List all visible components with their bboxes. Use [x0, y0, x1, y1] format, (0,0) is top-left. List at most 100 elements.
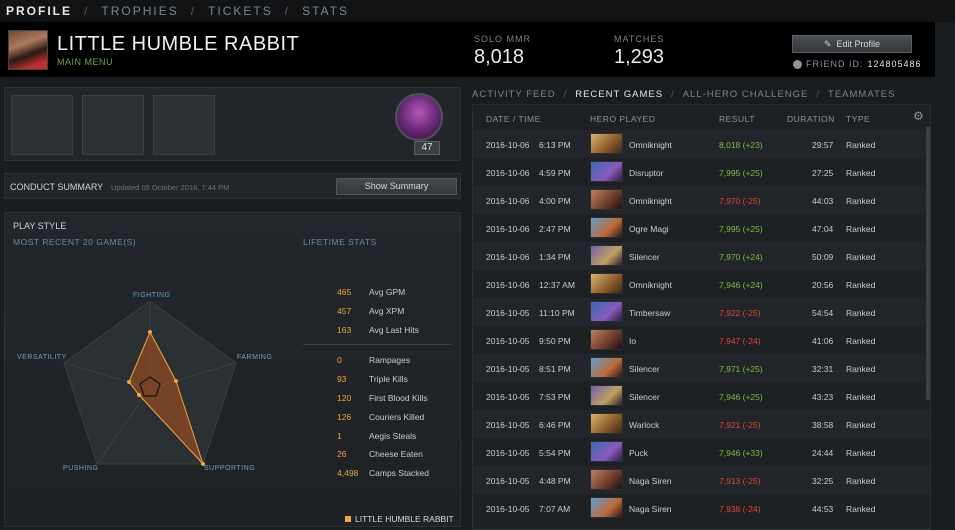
nav-separator: /	[190, 4, 197, 18]
showcase-slot[interactable]	[153, 95, 215, 155]
hero-icon	[590, 469, 623, 490]
tab-separator: /	[563, 88, 568, 100]
row-date: 2016-10-06	[486, 280, 530, 290]
tab-teammates[interactable]: TEAMMATES	[828, 89, 895, 100]
row-result: 7,913 (-25)	[719, 476, 761, 486]
row-result: 7,971 (+25)	[719, 364, 763, 374]
top-nav: PROFILE / TROPHIES / TICKETS / STATS	[0, 0, 955, 22]
table-row[interactable]: 2016-10-06 12:37 AM Omniknight 7,946 (+24) 2…	[473, 270, 930, 298]
matches-value: 1,293	[614, 46, 665, 68]
row-result: 7,938 (-24)	[719, 504, 761, 514]
edit-profile-label: Edit Profile	[836, 39, 881, 49]
steam-icon	[793, 59, 802, 69]
gear-icon[interactable]: ⚙	[913, 110, 925, 122]
legend-label: LITTLE HUMBLE RABBIT	[355, 514, 454, 524]
axis-label-pushing: PUSHING	[63, 465, 99, 472]
row-time: 6:46 PM	[539, 420, 571, 430]
table-row[interactable]: 2016-10-06 1:34 PM Silencer 7,970 (+24) 50:0…	[473, 242, 930, 270]
radar-point	[127, 380, 131, 384]
row-type: Ranked	[846, 392, 876, 402]
table-row[interactable]: 2016-10-06 2:47 PM Ogre Magi 7,995 (+25) 47:…	[473, 214, 930, 242]
row-time: 8:51 PM	[539, 364, 571, 374]
table-row[interactable]: 2016-10-05 9:50 PM Io 7,947 (-24) 41:06 Ranke…	[473, 326, 930, 354]
row-hero: Naga Siren	[629, 504, 672, 514]
lifetime-stat-row: 0 Rampages	[303, 355, 453, 369]
row-date: 2016-10-05	[486, 364, 530, 374]
stat-value: 4,498	[337, 468, 359, 478]
conduct-updated: Updated 05 October 2016, 7:44 PM	[111, 183, 230, 192]
radar-point	[148, 330, 152, 334]
row-result: 8,018 (+23)	[719, 140, 763, 150]
featured-hero-portrait[interactable]	[395, 93, 443, 141]
table-row[interactable]: 2016-10-05 8:51 PM Silencer 7,971 (+25) 32:3…	[473, 354, 930, 382]
row-type: Ranked	[846, 364, 876, 374]
scrollbar[interactable]	[926, 126, 930, 400]
stat-value: 465	[337, 287, 352, 297]
edit-profile-button[interactable]: ✎ Edit Profile	[792, 35, 912, 53]
friend-id-label: FRIEND ID:	[806, 59, 864, 69]
tab-activity-feed[interactable]: ACTIVITY FEED	[472, 89, 556, 100]
row-duration: 24:44	[812, 448, 834, 458]
row-hero: Silencer	[629, 364, 660, 374]
row-time: 7:53 PM	[539, 392, 571, 402]
row-result: 7,921 (-25)	[719, 420, 761, 430]
table-row[interactable]: 2016-10-05 7:07 AM Naga Siren 7,938 (-24) 44…	[473, 494, 930, 522]
show-summary-button[interactable]: Show Summary	[336, 178, 457, 195]
stat-name: Aegis Steals	[369, 431, 417, 441]
table-row[interactable]: 2016-10-05 11:10 PM Timbersaw 7,922 (-25) 54…	[473, 298, 930, 326]
lifetime-stat-row: 465 Avg GPM	[303, 287, 453, 301]
play-style-subtitle: MOST RECENT 20 GAME(S)	[13, 237, 137, 247]
column-duration[interactable]: DURATION	[787, 114, 835, 124]
row-duration: 32:25	[812, 476, 834, 486]
column-date[interactable]: DATE / TIME	[486, 114, 541, 124]
column-result[interactable]: RESULT	[719, 114, 755, 124]
hero-icon	[590, 329, 623, 350]
hero-icon	[590, 245, 623, 266]
table-row[interactable]: 2016-10-05 5:54 PM Puck 7,946 (+33) 24:44 Ran…	[473, 438, 930, 466]
hero-icon	[590, 413, 623, 434]
row-time: 7:07 AM	[539, 504, 571, 514]
tab-separator: /	[671, 88, 675, 100]
row-type: Ranked	[846, 308, 876, 318]
column-hero[interactable]: HERO PLAYED	[590, 114, 655, 124]
lifetime-stat-row: 120 First Blood Kills	[303, 393, 453, 407]
table-row[interactable]: 2016-10-05 6:46 PM Warlock 7,921 (-25) 38:58…	[473, 410, 930, 438]
hero-icon	[590, 273, 623, 294]
row-duration: 44:53	[812, 504, 834, 514]
showcase-slot[interactable]	[11, 95, 73, 155]
row-duration: 50:09	[812, 252, 834, 262]
column-type[interactable]: TYPE	[846, 114, 870, 124]
stat-name: Avg GPM	[369, 287, 406, 297]
row-hero: Puck	[629, 448, 648, 458]
row-type: Ranked	[846, 476, 876, 486]
table-row[interactable]: 2016-10-06 6:13 PM Omniknight 8,018 (+23) 29…	[473, 130, 930, 158]
row-hero: Timbersaw	[629, 308, 671, 318]
tab-separator: /	[816, 88, 821, 100]
tab-recent-games[interactable]: RECENT GAMES	[575, 89, 663, 100]
table-row[interactable]: 2016-10-06 4:59 PM Disruptor 7,995 (+25) 27:…	[473, 158, 930, 186]
nav-tickets[interactable]: TICKETS	[208, 4, 273, 18]
showcase-slot[interactable]	[82, 95, 144, 155]
row-result: 7,947 (-24)	[719, 336, 761, 346]
row-type: Ranked	[846, 448, 876, 458]
nav-profile[interactable]: PROFILE	[6, 4, 72, 18]
row-date: 2016-10-05	[486, 392, 530, 402]
row-type: Ranked	[846, 252, 876, 262]
row-time: 4:59 PM	[539, 168, 571, 178]
stat-value: 126	[337, 412, 352, 422]
stats-divider	[303, 344, 451, 345]
tab-all-hero-challenge[interactable]: ALL-HERO CHALLENGE	[683, 89, 809, 100]
main-menu-link[interactable]: MAIN MENU	[57, 57, 113, 67]
row-result: 7,995 (+25)	[719, 168, 763, 178]
nav-trophies[interactable]: TROPHIES	[101, 4, 178, 18]
lifetime-stat-row: 93 Triple Kills	[303, 374, 453, 388]
table-row[interactable]: 2016-10-05 4:48 PM Naga Siren 7,913 (-25) 32…	[473, 466, 930, 494]
row-time: 4:00 PM	[539, 196, 571, 206]
table-row[interactable]: 2016-10-06 4:00 PM Omniknight 7,970 (-25) 44…	[473, 186, 930, 214]
row-date: 2016-10-05	[486, 336, 530, 346]
avatar[interactable]	[8, 30, 48, 70]
play-style-title: PLAY STYLE	[13, 221, 67, 231]
nav-stats[interactable]: STATS	[302, 4, 349, 18]
table-row[interactable]: 2016-10-05 7:53 PM Silencer 7,946 (+25) 43:2…	[473, 382, 930, 410]
row-hero: Silencer	[629, 392, 660, 402]
